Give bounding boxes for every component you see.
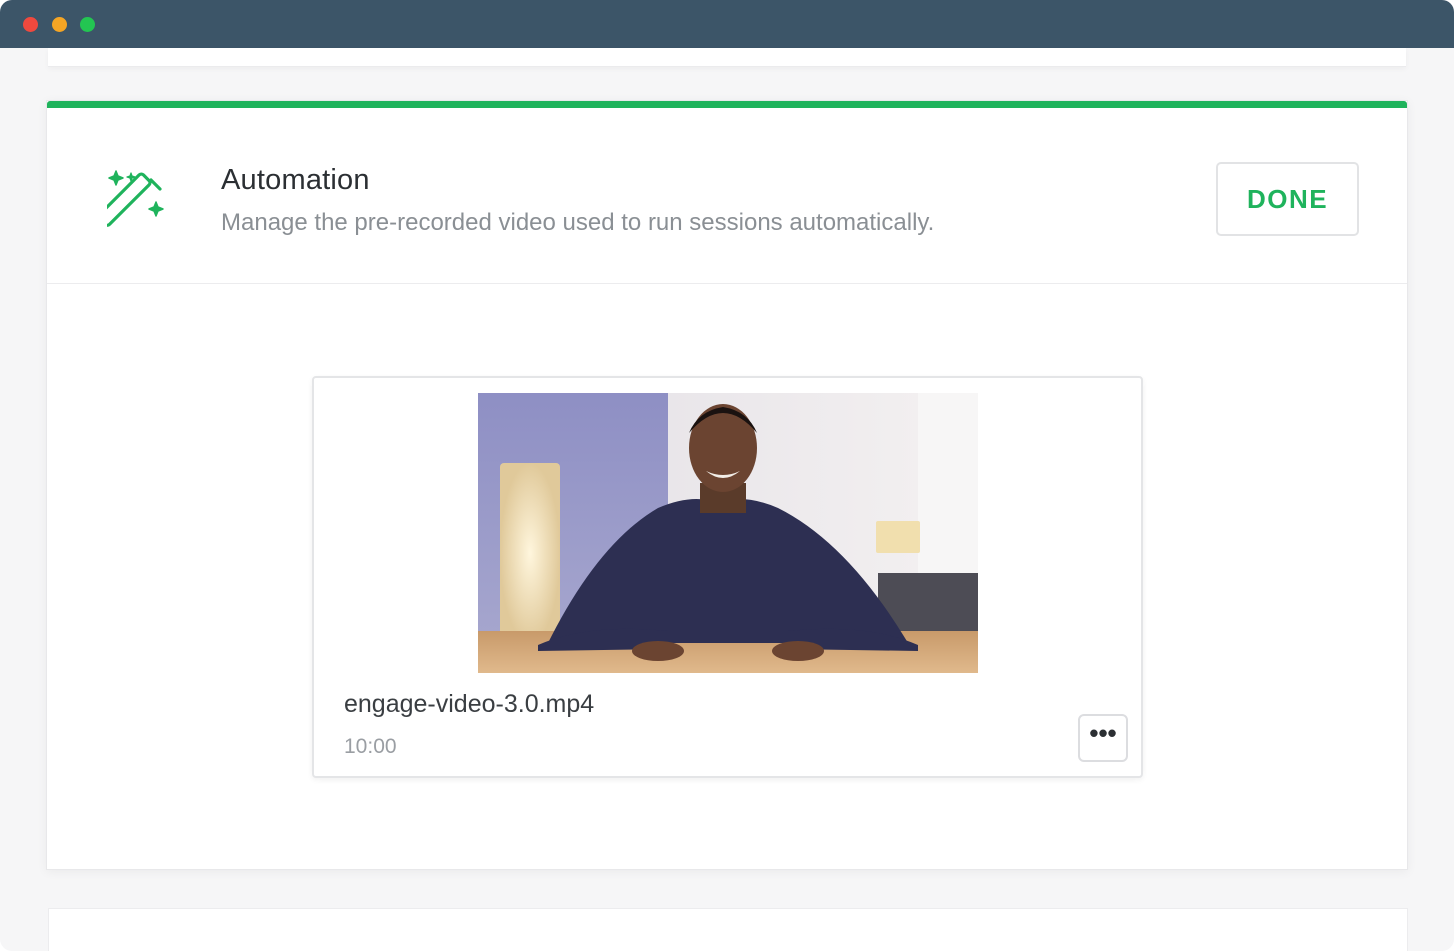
video-thumbnail[interactable] — [478, 393, 978, 673]
more-options-button[interactable]: ••• — [1078, 714, 1128, 762]
more-options-icon: ••• — [1089, 718, 1117, 748]
page-title: Automation — [221, 164, 370, 196]
page-subtitle: Manage the pre-recorded video used to ru… — [221, 209, 935, 236]
background-panel-top — [48, 48, 1406, 67]
video-duration: 10:00 — [344, 735, 397, 758]
close-window-button[interactable] — [23, 17, 38, 32]
magic-wand-icon — [97, 168, 171, 232]
title-bar — [0, 0, 1454, 48]
video-card: engage-video-3.0.mp4 10:00 ••• — [312, 376, 1143, 778]
minimize-window-button[interactable] — [52, 17, 67, 32]
card-accent-bar — [47, 101, 1407, 108]
maximize-window-button[interactable] — [80, 17, 95, 32]
background-panel-bottom — [48, 908, 1408, 951]
automation-card: Automation Manage the pre-recorded video… — [46, 100, 1408, 870]
automation-header: Automation Manage the pre-recorded video… — [47, 108, 1407, 284]
video-filename: engage-video-3.0.mp4 — [344, 690, 595, 718]
done-button[interactable]: DONE — [1216, 162, 1359, 236]
app-window: Automation Manage the pre-recorded video… — [0, 0, 1454, 951]
